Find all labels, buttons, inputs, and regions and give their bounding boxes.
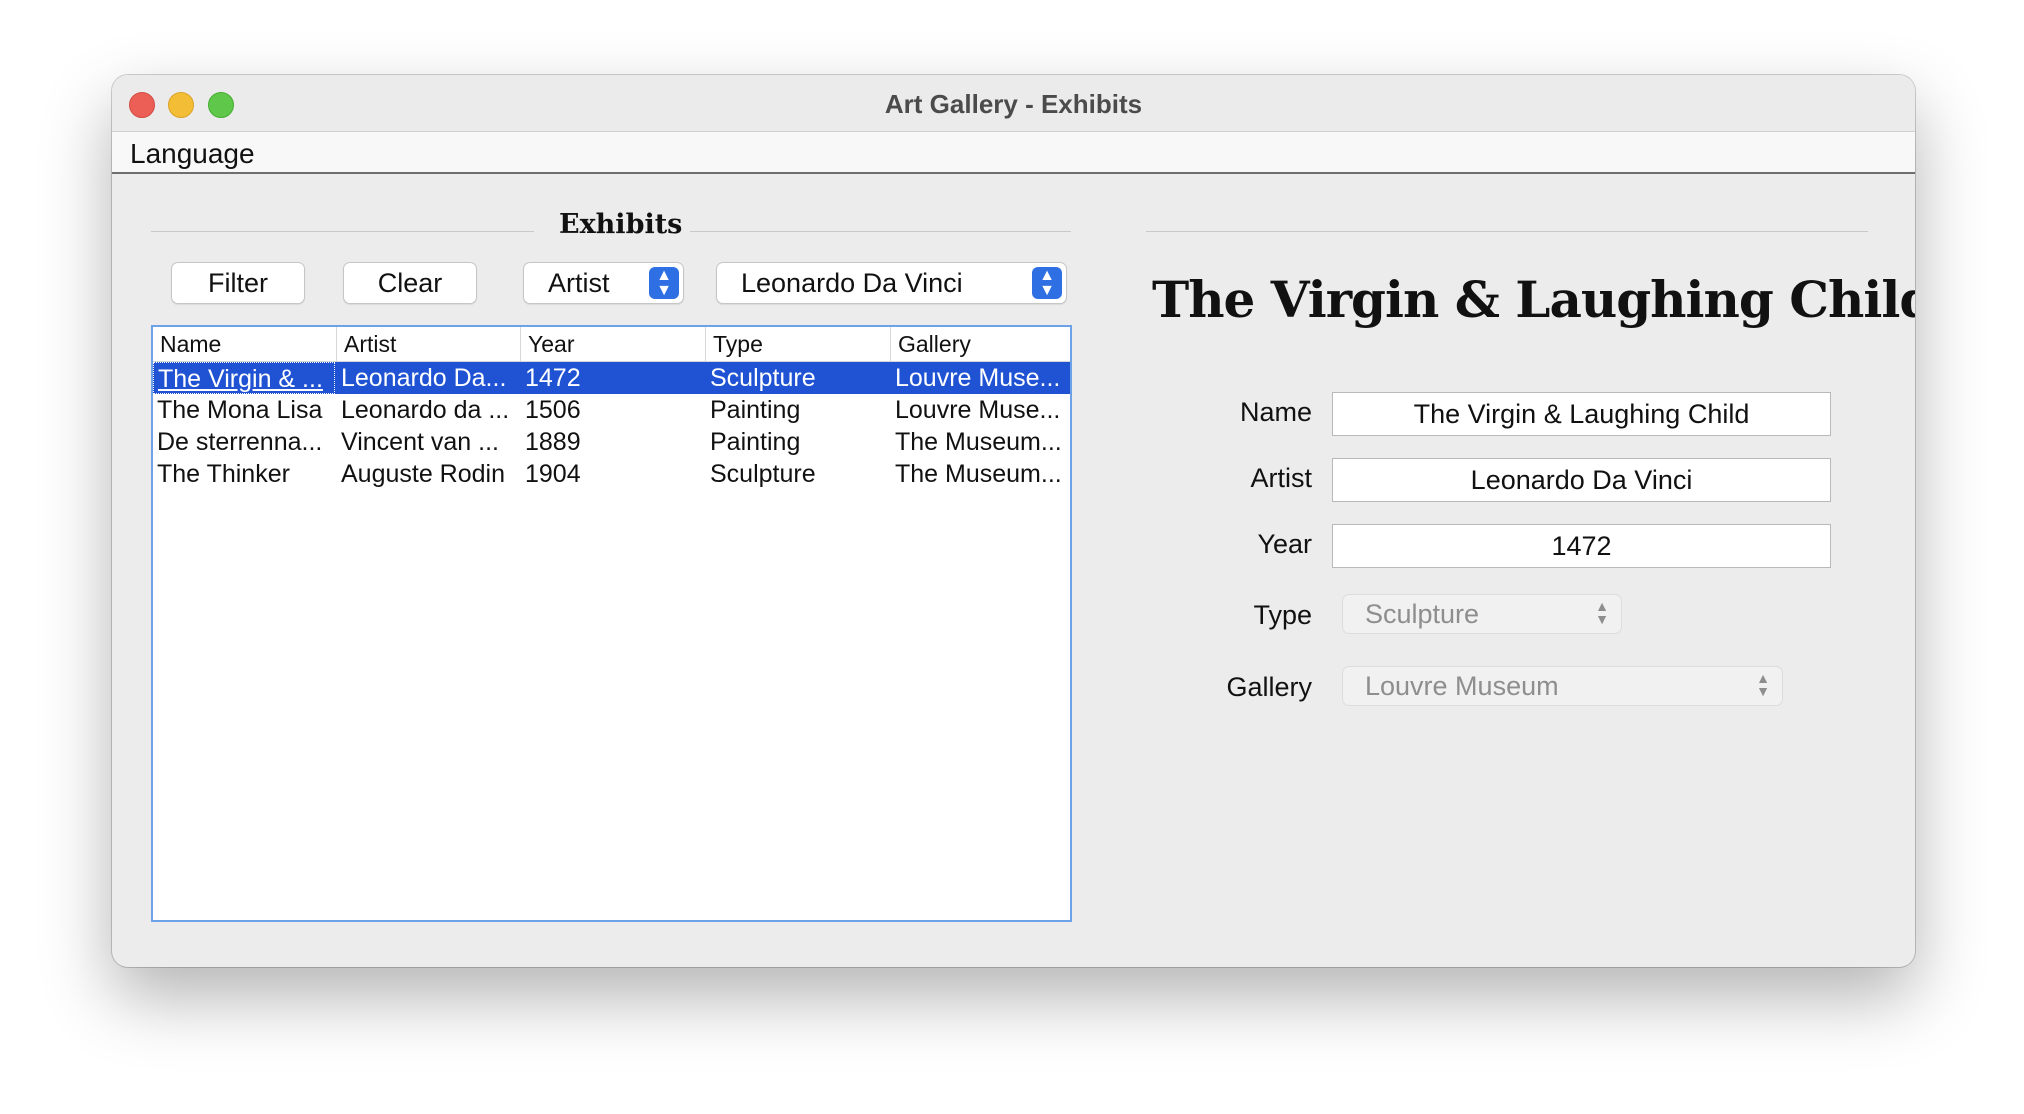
title-bar: Art Gallery - Exhibits: [112, 75, 1915, 132]
updown-chevron-icon: ▲ ▼: [1756, 670, 1770, 699]
section-divider-right: [690, 231, 1071, 232]
filter-value-select[interactable]: Leonardo Da Vinci ▲ ▼: [716, 262, 1067, 304]
table-row[interactable]: The Virgin & ... Leonardo Da... 1472 Scu…: [153, 362, 1070, 394]
table-cell: Leonardo Da...: [341, 364, 507, 392]
artist-field[interactable]: Leonardo Da Vinci: [1332, 458, 1831, 502]
column-header-type[interactable]: Type: [706, 327, 891, 361]
table-cell: The Virgin & ...: [153, 362, 335, 394]
name-field[interactable]: The Virgin & Laughing Child: [1332, 392, 1831, 436]
exhibits-section-title: Exhibits: [559, 209, 683, 240]
clear-button[interactable]: Clear: [343, 262, 477, 304]
table-cell: Painting: [710, 396, 801, 424]
detail-divider: [1146, 231, 1868, 232]
menu-language[interactable]: Language: [130, 138, 255, 170]
table-cell: The Museum...: [895, 460, 1062, 488]
table-cell: The Museum...: [895, 428, 1062, 456]
updown-chevron-icon: ▲ ▼: [649, 267, 679, 299]
filter-value-text: Leonardo Da Vinci: [741, 268, 963, 298]
table-cell: Sculpture: [710, 460, 816, 488]
table-cell: Sculpture: [710, 364, 816, 392]
updown-chevron-icon: ▲ ▼: [1032, 267, 1062, 299]
table-cell: 1506: [525, 396, 581, 424]
table-cell: Auguste Rodin: [341, 460, 506, 488]
filter-field-value: Artist: [548, 268, 610, 298]
artist-label: Artist: [1250, 463, 1312, 493]
table-header: Name Artist Year Type Gallery: [153, 327, 1070, 362]
name-label: Name: [1239, 397, 1312, 427]
table-row[interactable]: The Thinker Auguste Rodin 1904 Sculpture…: [153, 458, 1070, 490]
column-header-gallery[interactable]: Gallery: [891, 327, 1070, 361]
table-cell: 1889: [525, 428, 581, 456]
table-cell: 1904: [525, 460, 581, 488]
gallery-select[interactable]: Louvre Museum ▲ ▼: [1342, 666, 1783, 706]
gallery-label: Gallery: [1226, 672, 1312, 702]
table-cell: Louvre Muse...: [895, 364, 1061, 392]
table-cell: Painting: [710, 428, 801, 456]
type-select-value: Sculpture: [1365, 599, 1480, 629]
exhibits-table[interactable]: Name Artist Year Type Gallery The Virgin…: [151, 325, 1072, 922]
gallery-select-value: Louvre Museum: [1365, 671, 1559, 701]
menu-bar: Language: [112, 132, 1915, 174]
column-header-year[interactable]: Year: [521, 327, 706, 361]
table-row[interactable]: De sterrenna... Vincent van ... 1889 Pai…: [153, 426, 1070, 458]
table-cell: Louvre Muse...: [895, 396, 1061, 424]
filter-field-select[interactable]: Artist ▲ ▼: [523, 262, 684, 304]
detail-title: The Virgin & Laughing Child: [1152, 270, 1915, 329]
filter-button[interactable]: Filter: [171, 262, 305, 304]
type-select[interactable]: Sculpture ▲ ▼: [1342, 594, 1622, 634]
table-cell: Vincent van ...: [341, 428, 499, 456]
table-cell: The Mona Lisa: [157, 396, 323, 424]
table-cell: 1472: [525, 364, 581, 392]
section-divider-left: [151, 231, 534, 232]
column-header-artist[interactable]: Artist: [337, 327, 521, 361]
app-window: Art Gallery - Exhibits Language Exhibits…: [112, 75, 1915, 967]
type-label: Type: [1253, 600, 1312, 630]
updown-chevron-icon: ▲ ▼: [1595, 598, 1609, 627]
table-cell: Leonardo da ...: [341, 396, 510, 424]
table-cell: De sterrenna...: [157, 428, 323, 456]
window-title: Art Gallery - Exhibits: [884, 89, 1143, 119]
table-row[interactable]: The Mona Lisa Leonardo da ... 1506 Paint…: [153, 394, 1070, 426]
column-header-name[interactable]: Name: [153, 327, 337, 361]
year-label: Year: [1257, 529, 1312, 559]
table-cell: The Thinker: [157, 460, 290, 488]
year-field[interactable]: 1472: [1332, 524, 1831, 568]
